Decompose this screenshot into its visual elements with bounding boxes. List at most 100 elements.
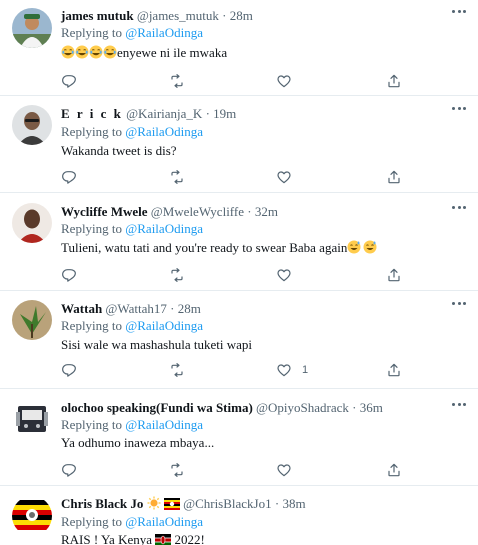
joy-emoji [103,45,117,64]
user-handle[interactable]: @Wattah17 [105,301,166,316]
heart-icon [277,171,291,184]
mention-link[interactable]: @RailaOdinga [125,221,203,236]
display-name[interactable]: olochoo speaking(Fundi wa Stima) [61,400,253,415]
retweet-button[interactable] [169,461,185,479]
tweet-text: Sisi wale wa mashashula tuketi wapi [61,336,252,354]
retweet-button[interactable] [169,361,185,379]
replying-to: Replying to @RailaOdinga [61,124,203,140]
heart-icon [277,464,291,477]
retweet-button[interactable] [169,168,185,186]
reply-prefix: Replying to [61,514,123,529]
like-button[interactable] [276,168,302,186]
user-handle[interactable]: @MweleWycliffe [151,204,244,219]
reply-icon [62,269,76,282]
display-name[interactable]: Wycliffe Mwele [61,204,148,219]
timestamp[interactable]: 28m [178,301,201,316]
avatar[interactable] [12,105,52,145]
reply-button[interactable] [61,461,77,479]
tweet[interactable]: Wattah @Wattah17 · 28m Replying to @Rail… [0,292,478,389]
more-icon[interactable] [452,403,466,409]
retweet-icon [171,74,183,88]
user-handle[interactable]: @Kairianja_K [126,106,202,121]
heart-icon [277,75,291,88]
share-button[interactable] [386,461,402,479]
timestamp[interactable]: 19m [213,106,236,121]
tweet-body: RAIS ! Ya Kenya [61,532,152,545]
timestamp[interactable]: 38m [282,496,305,511]
share-button[interactable] [386,361,402,379]
action-bar: 1 [61,361,401,379]
like-button[interactable] [276,72,302,90]
timestamp[interactable]: 36m [360,400,383,415]
tweet-body-end: 2022! [174,532,205,545]
share-button[interactable] [386,72,402,90]
avatar[interactable] [12,8,52,48]
avatar[interactable] [12,398,52,438]
tweet-body: Ya odhumo inaweza mbaya... [61,435,215,450]
replying-to: Replying to @RailaOdinga [61,417,203,433]
like-button[interactable]: 1 [276,361,308,379]
avatar[interactable] [12,496,52,536]
mention-link[interactable]: @RailaOdinga [125,417,203,432]
display-name[interactable]: Chris Black Jo [61,496,143,511]
sun-emoji [147,496,161,514]
retweet-button[interactable] [169,266,185,284]
display-name[interactable]: james mutuk [61,8,134,23]
share-icon [388,268,400,282]
tweet[interactable]: Chris Black Jo @ChrisBlackJo1 · 38m Repl… [0,487,478,545]
avatar[interactable] [12,300,52,340]
tweet[interactable]: olochoo speaking(Fundi wa Stima) @OpiyoS… [0,390,478,486]
more-icon[interactable] [452,206,466,212]
display-name[interactable]: E r i c k [61,106,123,121]
retweet-icon [171,268,183,282]
reply-button[interactable] [61,266,77,284]
display-name[interactable]: Wattah [61,301,102,316]
mention-link[interactable]: @RailaOdinga [125,124,203,139]
tweet[interactable]: Wycliffe Mwele @MweleWycliffe · 32m Repl… [0,194,478,291]
reply-prefix: Replying to [61,318,123,333]
sweat-smile-emoji [347,240,361,259]
joy-emoji [61,45,75,64]
tweet-text: Wakanda tweet is dis? [61,142,177,160]
tweet-body: enyewe ni ile mwaka [117,45,228,60]
tweet-text: RAIS ! Ya Kenya 2022! [61,531,205,545]
user-handle[interactable]: @ChrisBlackJo1 [183,496,272,511]
tweet[interactable]: james mutuk @james_mutuk · 28m Replying … [0,0,478,96]
mention-link[interactable]: @RailaOdinga [125,318,203,333]
more-icon[interactable] [452,107,466,113]
heart-icon [277,269,291,282]
mention-link[interactable]: @RailaOdinga [125,514,203,529]
share-icon [388,363,400,377]
mention-link[interactable]: @RailaOdinga [125,25,203,40]
user-handle[interactable]: @OpiyoShadrack [256,400,349,415]
share-button[interactable] [386,266,402,284]
timestamp[interactable]: 32m [255,204,278,219]
tweet[interactable]: E r i c k @Kairianja_K · 19m Replying to… [0,97,478,193]
like-button[interactable] [276,266,302,284]
share-button[interactable] [386,168,402,186]
more-icon[interactable] [452,302,466,308]
tweet-text: Tulieni, watu tati and you're ready to s… [61,239,377,259]
joy-emoji [89,45,103,64]
share-icon [388,170,400,184]
timestamp[interactable]: 28m [230,8,253,23]
replying-to: Replying to @RailaOdinga [61,25,203,41]
uganda-flag-emoji [163,498,180,514]
heart-icon [277,364,291,377]
more-icon[interactable] [452,10,466,16]
action-bar [61,461,401,479]
separator: · [205,106,210,121]
retweet-button[interactable] [169,72,185,90]
reply-prefix: Replying to [61,221,123,236]
user-handle[interactable]: @james_mutuk [137,8,219,23]
retweet-icon [171,463,183,477]
kenya-flag-emoji [155,533,172,545]
avatar[interactable] [12,203,52,243]
like-button[interactable] [276,461,302,479]
reply-button[interactable] [61,361,77,379]
action-bar [61,266,401,284]
tweet-text: Ya odhumo inaweza mbaya... [61,434,214,452]
reply-button[interactable] [61,168,77,186]
sweat-smile-emoji [363,240,377,259]
reply-button[interactable] [61,72,77,90]
